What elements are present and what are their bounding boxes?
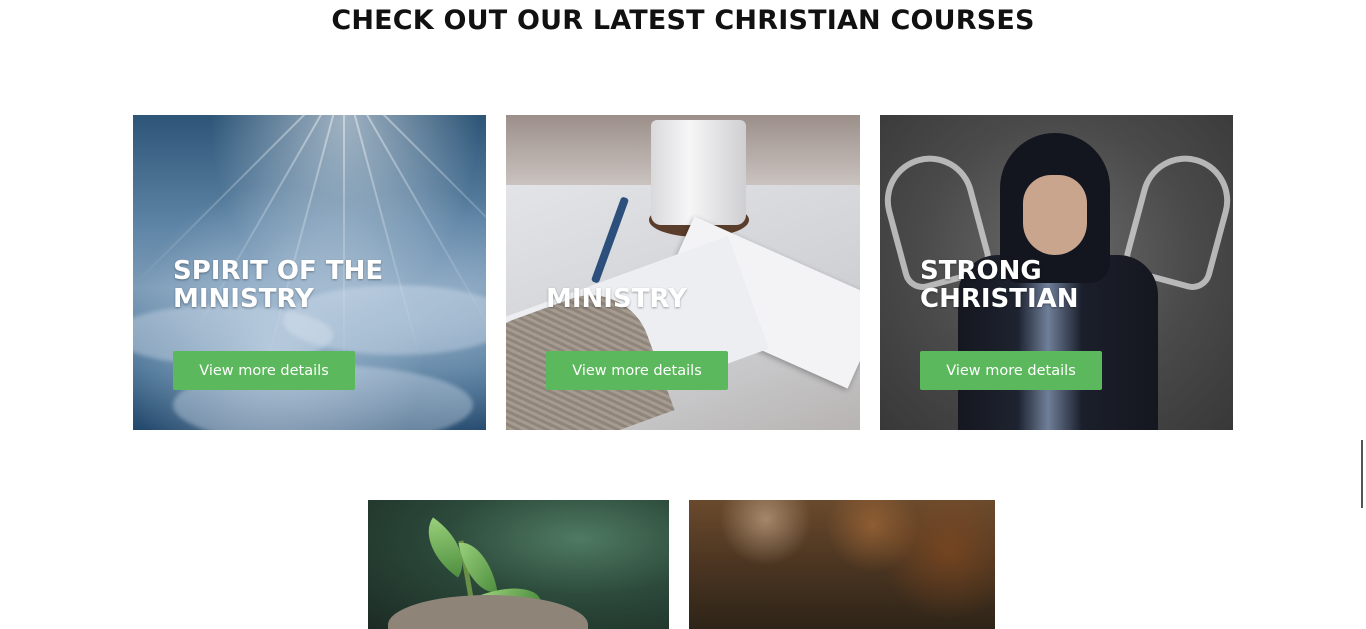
view-more-details-button[interactable]: View more details (546, 351, 728, 390)
course-title: SPIRIT OF THE MINISTRY (173, 257, 383, 313)
course-card-spirit-of-the-ministry[interactable]: SPIRIT OF THE MINISTRY View more details (133, 115, 486, 430)
course-card-strong-christian[interactable]: STRONG CHRISTIAN View more details (880, 115, 1233, 430)
view-more-details-button[interactable]: View more details (173, 351, 355, 390)
course-card-ministry[interactable]: MINISTRY View more details (506, 115, 860, 430)
course-title-line-2: CHRISTIAN (920, 284, 1079, 314)
course-title-line-1: SPIRIT OF THE (173, 256, 384, 286)
course-title-line-2: MINISTRY (173, 284, 314, 314)
section-title: CHECK OUT OUR LATEST CHRISTIAN COURSES (331, 5, 1035, 36)
courses-page: CHECK OUT OUR LATEST CHRISTIAN COURSES S… (0, 0, 1366, 629)
course-card-seedling[interactable] (368, 500, 669, 629)
course-title: MINISTRY (546, 285, 687, 313)
course-title: STRONG CHRISTIAN (920, 257, 1079, 313)
course-title-line-1: STRONG (920, 256, 1042, 286)
scrollbar-thumb[interactable] (1361, 440, 1363, 508)
autumn-forest-image (689, 500, 995, 629)
view-more-details-button[interactable]: View more details (920, 351, 1102, 390)
course-card-autumn[interactable] (689, 500, 995, 629)
course-title-line-2: MINISTRY (546, 284, 687, 314)
seedling-image (368, 500, 669, 629)
